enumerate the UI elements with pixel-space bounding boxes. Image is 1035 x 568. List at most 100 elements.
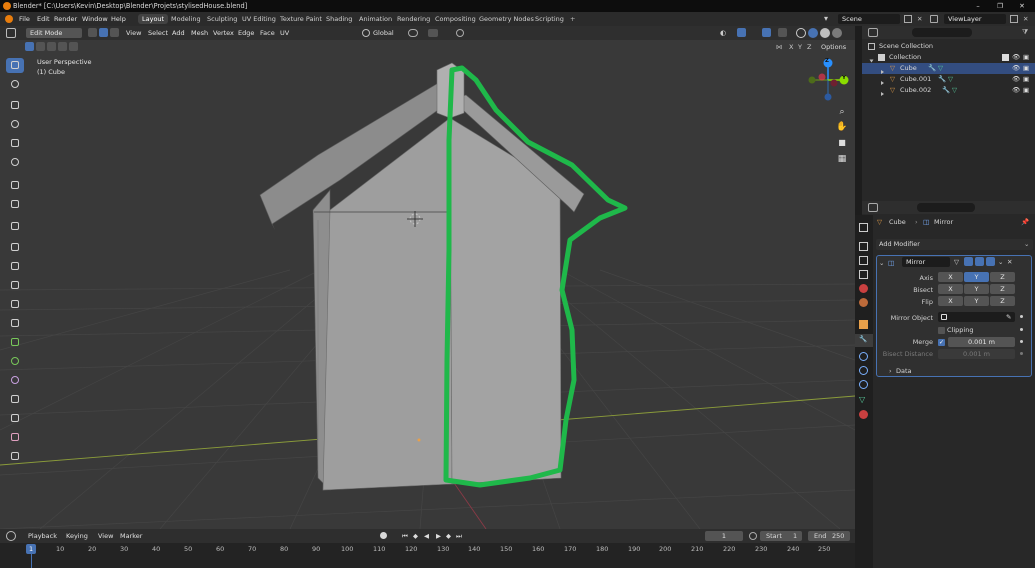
timeline-menu-keying[interactable]: Keying	[66, 531, 88, 541]
menu-help[interactable]: Help	[111, 12, 126, 26]
select-invert-icon[interactable]	[58, 42, 67, 51]
outliner-editor-type-icon[interactable]	[868, 28, 878, 37]
record-icon[interactable]	[380, 532, 387, 539]
menu-select[interactable]: Select	[148, 28, 168, 38]
camera-icon[interactable]: ▣	[1023, 85, 1029, 96]
move-tool-icon[interactable]	[6, 98, 24, 113]
tool-tab-icon[interactable]	[859, 223, 868, 232]
edge-select-icon[interactable]	[99, 28, 108, 37]
menu-uv[interactable]: UV	[280, 28, 289, 38]
bisect-z-toggle[interactable]: Z	[990, 284, 1015, 294]
object-tab-icon[interactable]	[859, 320, 868, 329]
output-tab-icon[interactable]	[859, 256, 868, 265]
timeline-menu-playback[interactable]: Playback	[28, 531, 57, 541]
menu-add[interactable]: Add	[172, 28, 185, 38]
ortho-grid-icon[interactable]: ▦	[836, 153, 848, 165]
flip-z-toggle[interactable]: Z	[990, 296, 1015, 306]
house-mesh[interactable]	[259, 62, 585, 491]
add-workspace-button[interactable]: +	[566, 14, 579, 24]
keyframe-dot-icon[interactable]	[1020, 352, 1023, 355]
edit-mode-cage-icon[interactable]: ▽	[954, 258, 962, 266]
delete-scene-icon[interactable]: ✕	[917, 14, 922, 24]
collapse-icon[interactable]: ⌄	[879, 258, 884, 268]
new-view-layer-icon[interactable]	[1010, 15, 1018, 23]
keyframe-dot-icon[interactable]	[1020, 340, 1023, 343]
clipping-checkbox[interactable]	[938, 327, 945, 334]
eye-icon[interactable]: 👁	[1012, 74, 1020, 85]
physics-tab-icon[interactable]	[859, 366, 868, 375]
play-icon[interactable]: ▶	[436, 531, 441, 541]
maximize-button[interactable]: ❐	[989, 0, 1011, 12]
mirror-x-toggle[interactable]: X	[789, 43, 793, 51]
show-in-edit-mode-icon[interactable]	[964, 257, 973, 266]
menu-edge[interactable]: Edge	[238, 28, 254, 38]
select-intersect-icon[interactable]	[69, 42, 78, 51]
merge-distance-field[interactable]: 0.001 m	[948, 337, 1015, 347]
axis-y-toggle[interactable]: Y	[964, 272, 989, 282]
data-section-label[interactable]: Data	[896, 367, 912, 375]
select-box-tool-icon[interactable]	[6, 58, 24, 73]
minimize-button[interactable]: –	[967, 0, 989, 12]
bisect-distance-field[interactable]: 0.001 m	[938, 349, 1015, 359]
keyframe-dot-icon[interactable]	[1020, 315, 1023, 318]
menu-face[interactable]: Face	[260, 28, 275, 38]
bevel-tool-icon[interactable]	[6, 278, 24, 293]
expand-icon[interactable]	[881, 89, 884, 100]
flip-y-toggle[interactable]: Y	[964, 296, 989, 306]
view-layer-icon[interactable]	[930, 15, 938, 23]
eye-icon[interactable]: 👁	[1012, 52, 1020, 63]
bisect-x-toggle[interactable]: X	[938, 284, 963, 294]
merge-checkbox[interactable]: ✓	[938, 339, 945, 346]
spin-tool-icon[interactable]	[6, 354, 24, 369]
current-frame-field[interactable]: 1	[705, 531, 743, 541]
eye-icon[interactable]: 👁	[1012, 63, 1020, 74]
modifier-tab-active[interactable]: 🔧	[855, 334, 873, 347]
new-scene-icon[interactable]	[904, 15, 912, 23]
outliner-row-collection[interactable]: Collection 👁 ▣	[862, 52, 1035, 63]
filter-icon[interactable]: ⧩	[1022, 28, 1028, 37]
bisect-y-toggle[interactable]: Y	[964, 284, 989, 294]
world-tab-icon[interactable]	[859, 298, 868, 307]
outliner-search-input[interactable]	[912, 28, 972, 37]
outliner-row-cube-001[interactable]: ▽ Cube.001 🔧 ▽ 👁 ▣	[862, 74, 1035, 85]
workspace-tab-rendering[interactable]: Rendering	[393, 14, 434, 24]
add-modifier-dropdown[interactable]: Add Modifier ⌄	[876, 239, 1033, 250]
collection-checkbox[interactable]	[1002, 54, 1009, 61]
loop-cut-tool-icon[interactable]	[6, 297, 24, 312]
workspace-tab-layout[interactable]: Layout	[138, 14, 169, 24]
particles-tab-icon[interactable]	[859, 352, 868, 361]
pan-hand-icon[interactable]: ✋	[836, 121, 848, 133]
shading-solid-icon[interactable]	[808, 28, 818, 38]
shading-rendered-icon[interactable]	[832, 28, 842, 38]
menu-window[interactable]: Window	[82, 12, 108, 26]
mirror-z-toggle[interactable]: Z	[807, 43, 811, 51]
shading-material-icon[interactable]	[820, 28, 830, 38]
outliner-row-scene-collection[interactable]: Scene Collection	[862, 41, 1035, 52]
jump-start-icon[interactable]: ⏮	[402, 531, 408, 541]
menu-render[interactable]: Render	[54, 12, 77, 26]
show-in-render-icon[interactable]	[986, 257, 995, 266]
start-frame-field[interactable]: Start 1	[760, 531, 802, 541]
select-new-icon[interactable]	[25, 42, 34, 51]
extrude-tool-icon[interactable]	[6, 240, 24, 255]
axis-x-toggle[interactable]: X	[938, 272, 963, 282]
render-tab-icon[interactable]	[859, 242, 868, 251]
jump-end-icon[interactable]: ⏭	[456, 531, 462, 541]
edge-slide-tool-icon[interactable]	[6, 392, 24, 407]
camera-icon[interactable]: ▣	[1023, 52, 1029, 63]
add-cube-tool-icon[interactable]	[6, 219, 24, 234]
outliner-row-cube-002[interactable]: ▽ Cube.002 🔧 ▽ 👁 ▣	[862, 85, 1035, 96]
workspace-tab-shading[interactable]: Shading	[322, 14, 356, 24]
scene-tab-icon[interactable]	[859, 284, 868, 293]
camera-view-icon[interactable]: ■	[836, 137, 848, 149]
next-keyframe-icon[interactable]: ◆	[446, 531, 451, 541]
timeline-menu-marker[interactable]: Marker	[120, 531, 142, 541]
eyedropper-icon[interactable]: ✎	[1006, 312, 1011, 322]
show-in-viewport-icon[interactable]	[975, 257, 984, 266]
area-divider[interactable]	[855, 26, 862, 215]
menu-mesh[interactable]: Mesh	[191, 28, 208, 38]
remove-modifier-icon[interactable]: ✕	[1007, 257, 1012, 267]
workspace-tab-texture-paint[interactable]: Texture Paint	[276, 14, 326, 24]
workspace-tab-animation[interactable]: Animation	[355, 14, 396, 24]
delete-view-layer-icon[interactable]: ✕	[1023, 14, 1028, 24]
